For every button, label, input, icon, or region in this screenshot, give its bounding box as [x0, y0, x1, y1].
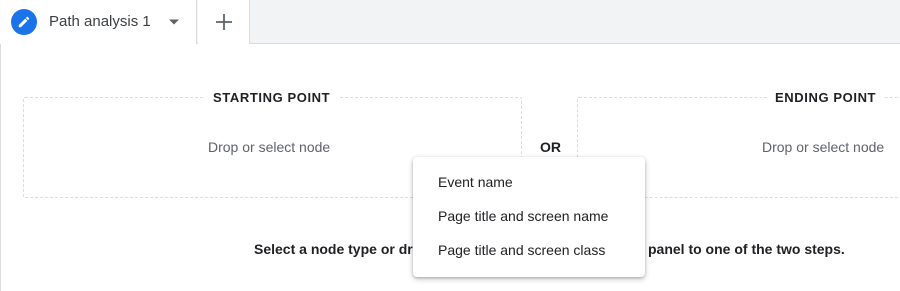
- tab-label: Path analysis 1: [49, 13, 151, 30]
- menu-item-event-name[interactable]: Event name: [413, 165, 645, 199]
- tab-bar: Path analysis 1: [0, 0, 900, 44]
- pencil-glyph: [18, 16, 30, 28]
- node-type-menu: Event name Page title and screen name Pa…: [413, 157, 645, 277]
- ending-point-title: ENDING POINT: [767, 90, 885, 105]
- instruction-text-left: Select a node type or dr: [254, 241, 413, 257]
- menu-item-page-title-screen-class[interactable]: Page title and screen class: [413, 233, 645, 267]
- edit-icon[interactable]: [11, 9, 37, 35]
- ending-point-placeholder[interactable]: Drop or select node: [762, 139, 884, 155]
- starting-point-title: STARTING POINT: [205, 90, 339, 105]
- caret-glyph: [169, 19, 179, 25]
- or-label: OR: [540, 139, 561, 155]
- plus-icon: [215, 14, 232, 30]
- add-tab-button[interactable]: [198, 0, 250, 44]
- menu-item-page-title-screen-name[interactable]: Page title and screen name: [413, 199, 645, 233]
- starting-point-placeholder[interactable]: Drop or select node: [208, 139, 330, 155]
- arrow-drop-down-icon[interactable]: [166, 14, 182, 30]
- tab-path-analysis-1[interactable]: Path analysis 1: [0, 0, 197, 44]
- instruction-text-right: panel to one of the two steps.: [648, 241, 845, 257]
